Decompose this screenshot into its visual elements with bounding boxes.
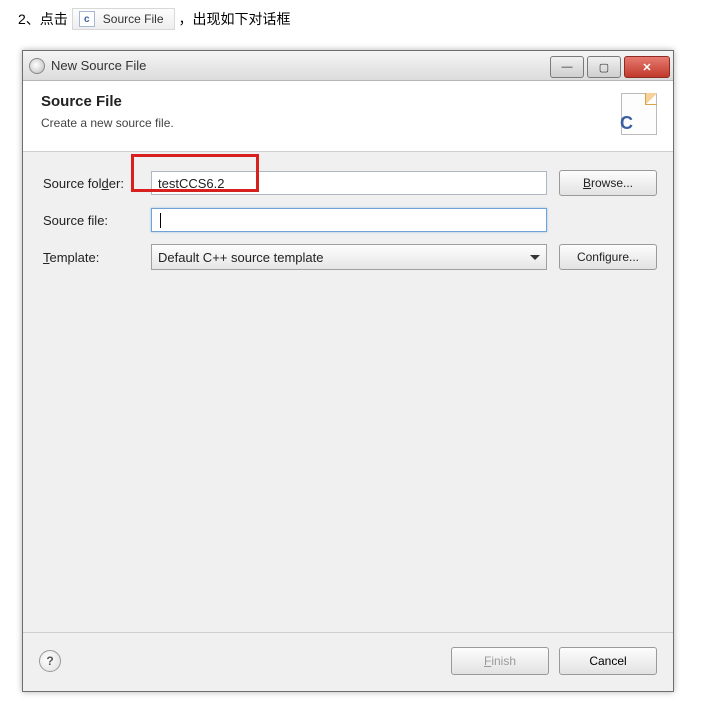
close-button[interactable]: ✕: [624, 56, 670, 78]
titlebar: New Source File — ▢ ✕: [23, 51, 673, 81]
source-folder-row: Source folder: Browse...: [43, 170, 657, 196]
header-title: Source File: [41, 93, 174, 110]
window-title: New Source File: [51, 58, 146, 73]
chevron-down-icon: [530, 255, 540, 260]
intro-number: 2、: [18, 9, 40, 29]
minimize-button[interactable]: —: [550, 56, 584, 78]
source-file-label: Source file:: [43, 213, 151, 228]
browse-button[interactable]: Browse...: [559, 170, 657, 196]
text-caret: [160, 213, 161, 228]
cancel-button[interactable]: Cancel: [559, 647, 657, 675]
source-file-input[interactable]: [151, 208, 547, 232]
maximize-button[interactable]: ▢: [587, 56, 621, 78]
template-selected-value: Default C++ source template: [158, 250, 323, 265]
source-folder-label: Source folder:: [43, 176, 151, 191]
intro-prefix: 点击: [40, 9, 68, 29]
source-folder-input[interactable]: [151, 171, 547, 195]
help-button[interactable]: ?: [39, 650, 61, 672]
configure-button[interactable]: Configure...: [559, 244, 657, 270]
intro-suffix: ，出现如下对话框: [179, 9, 291, 29]
app-icon: [29, 58, 45, 74]
source-file-menu-button[interactable]: c Source File: [72, 8, 175, 30]
c-file-icon: c: [79, 11, 95, 27]
intro-line: 2、 点击 c Source File ，出现如下对话框: [18, 8, 291, 30]
source-file-menu-label: Source File: [103, 12, 164, 26]
template-combo[interactable]: Default C++ source template: [151, 244, 547, 270]
finish-button[interactable]: Finish: [451, 647, 549, 675]
c-source-icon: C: [613, 93, 657, 137]
dialog-header: Source File Create a new source file. C: [23, 81, 673, 152]
header-description: Create a new source file.: [41, 116, 174, 130]
template-row: Template: Default C++ source template Co…: [43, 244, 657, 270]
form-area: Source folder: Browse... Source file: Te…: [23, 152, 673, 632]
new-source-file-dialog: New Source File — ▢ ✕ Source File Create…: [22, 50, 674, 692]
source-file-row: Source file:: [43, 208, 657, 232]
dialog-footer: ? Finish Cancel: [23, 632, 673, 691]
template-label: Template:: [43, 250, 151, 265]
